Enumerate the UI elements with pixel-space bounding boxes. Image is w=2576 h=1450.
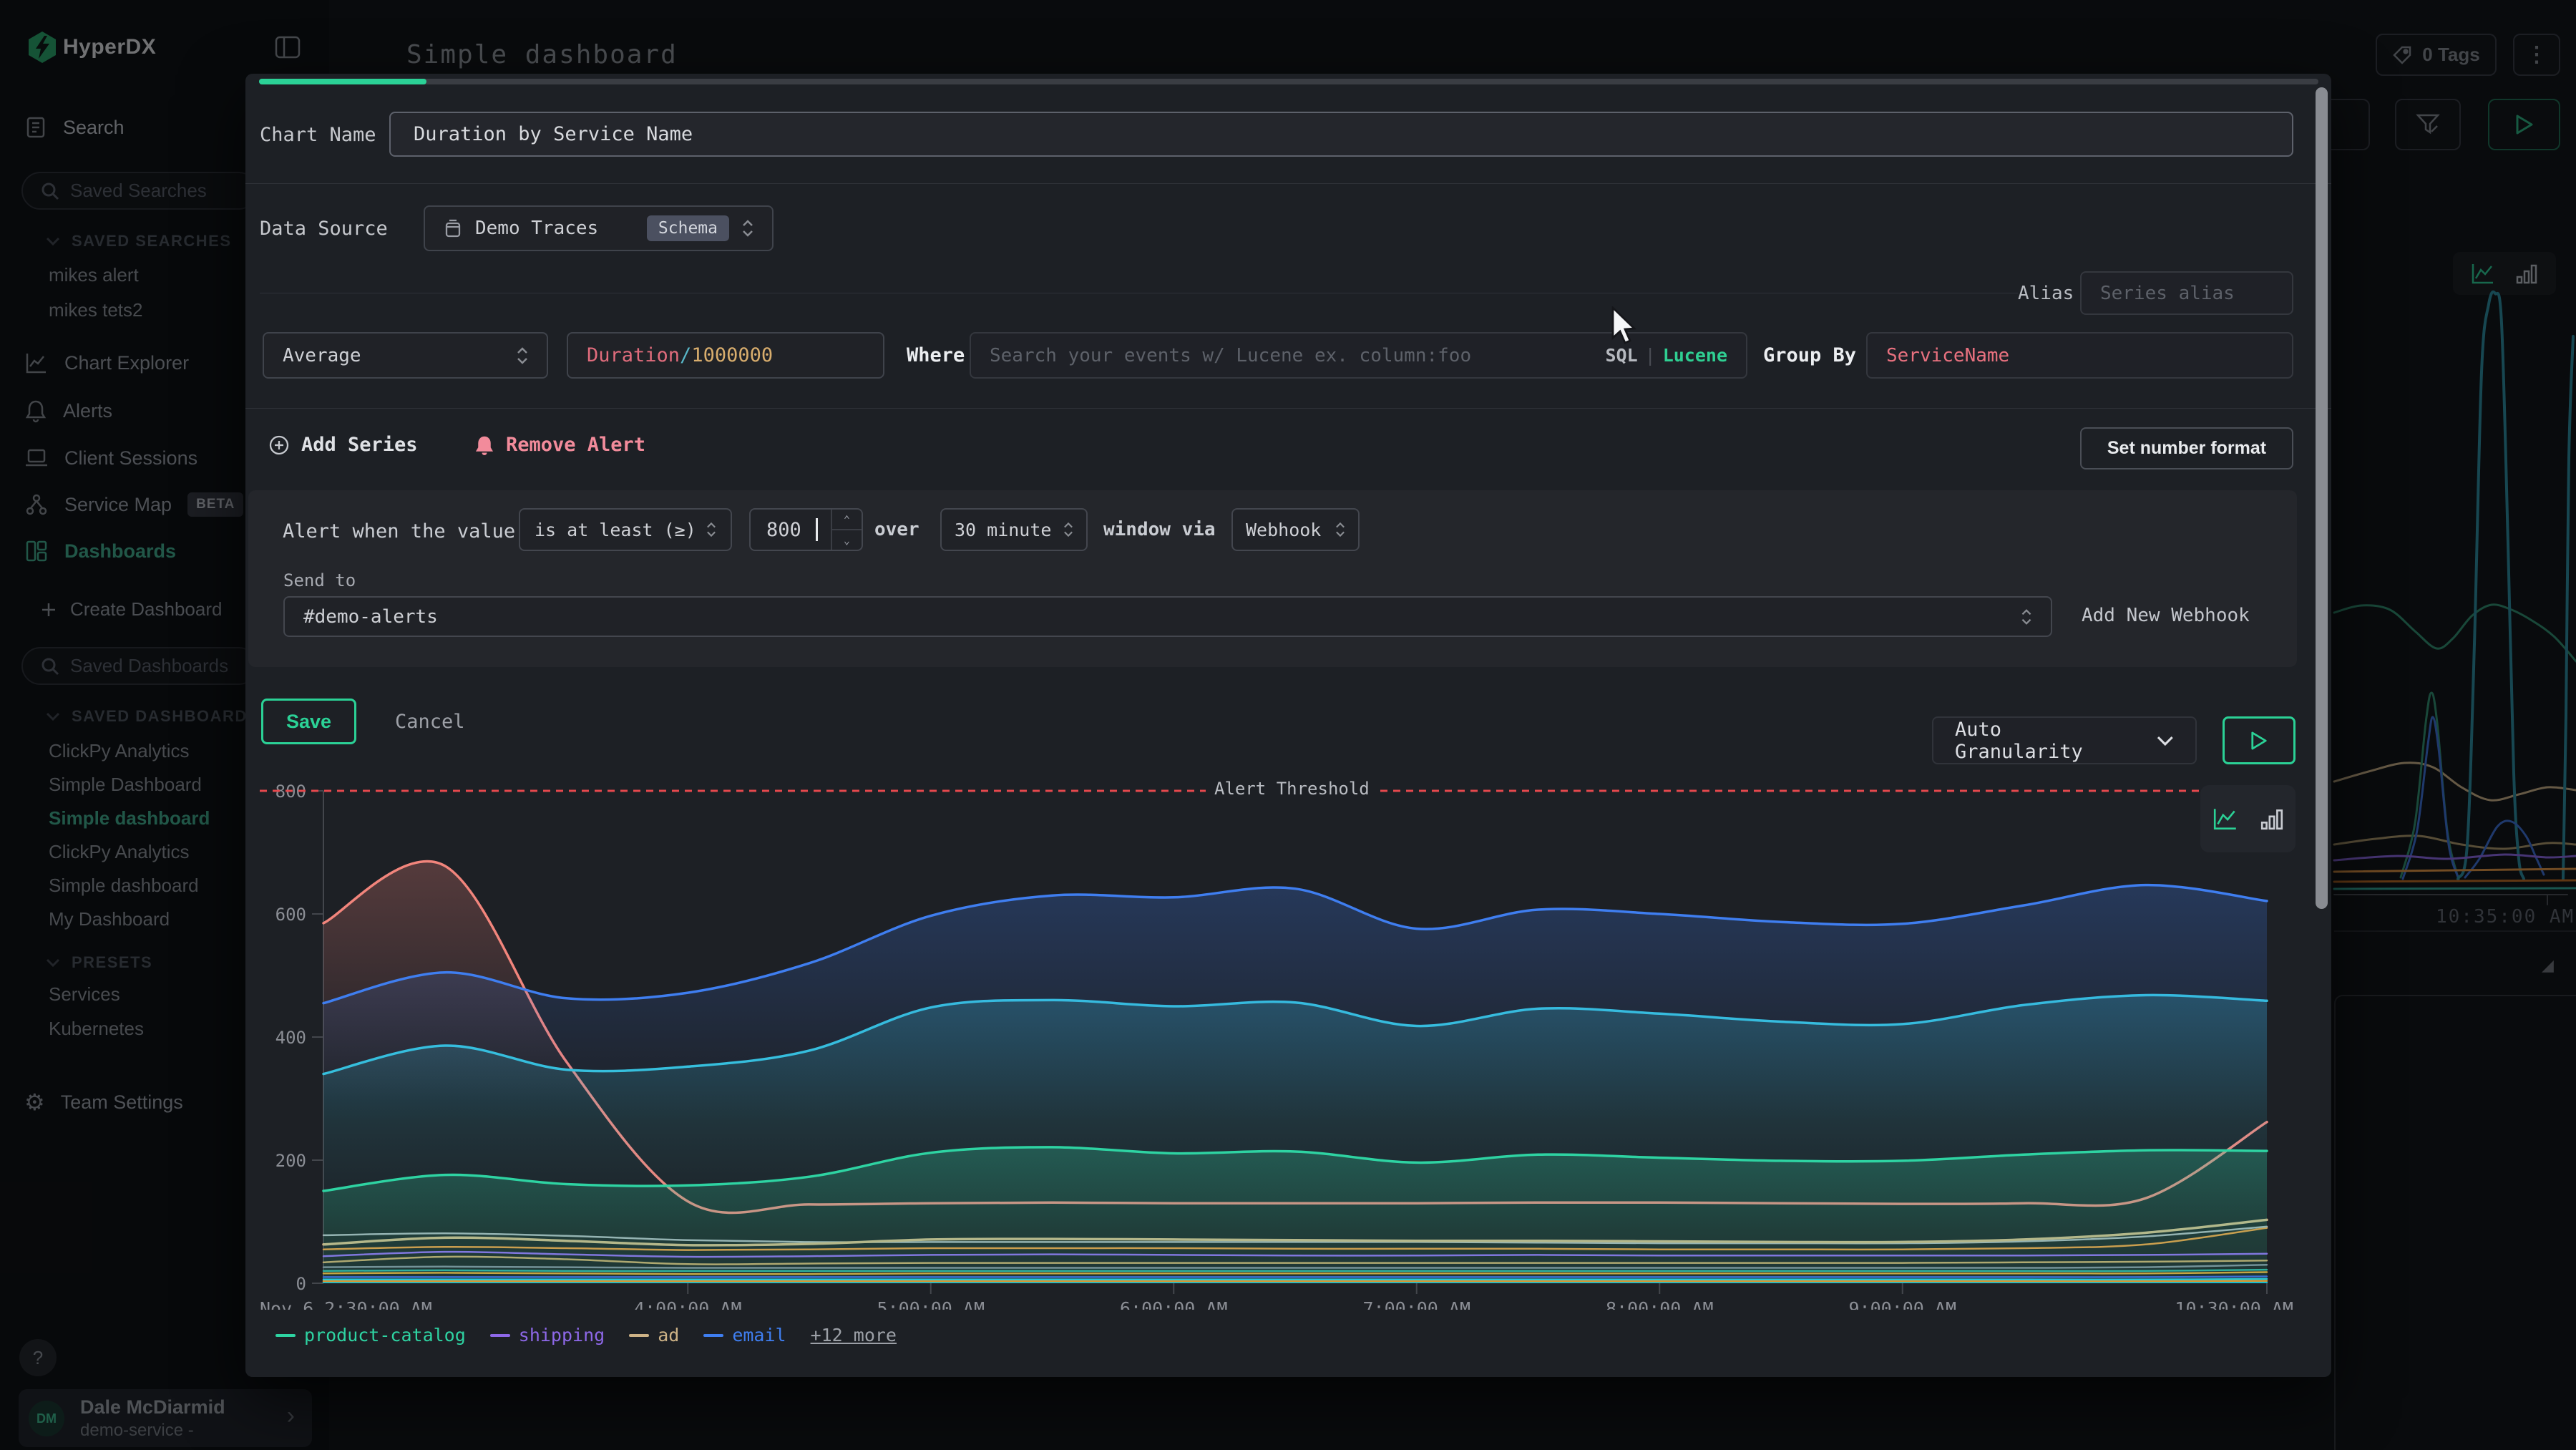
- line-chart-icon: [2212, 806, 2239, 832]
- legend-item[interactable]: shipping: [490, 1325, 605, 1346]
- add-series-button[interactable]: Add Series: [268, 434, 418, 456]
- legend-dash: [629, 1334, 649, 1337]
- svg-text:9:00:00 AM: 9:00:00 AM: [1848, 1298, 1956, 1310]
- preview-chart-svg: 8006004002000Nov 6 2:30:00 AM4:00:00 AM5…: [260, 777, 2293, 1310]
- alert-threshold-label: Alert Threshold: [1206, 779, 1378, 799]
- schema-badge: Schema: [647, 215, 729, 241]
- chart-type-toggle[interactable]: [2200, 785, 2296, 852]
- svg-text:200: 200: [275, 1151, 306, 1171]
- legend-label: shipping: [519, 1325, 605, 1346]
- alert-over-label: over: [874, 519, 919, 540]
- data-source-select[interactable]: Demo Traces Schema: [424, 205, 774, 251]
- chevron-down-icon: [2157, 736, 2174, 746]
- group-by-input[interactable]: ServiceName: [1866, 332, 2293, 379]
- alert-prefix: Alert when the value: [283, 520, 515, 542]
- data-source-label: Data Source: [260, 218, 388, 240]
- app-root: HyperDX Search Saved Searches SAVED SEAR…: [0, 0, 2576, 1450]
- select-chevrons-icon: [1335, 521, 1345, 538]
- bar-chart-icon: [2259, 806, 2285, 832]
- select-chevrons-icon: [742, 218, 753, 238]
- alert-config-panel: Alert when the value is at least (≥) 800…: [248, 490, 2297, 667]
- alert-via-label: window via: [1103, 519, 1216, 540]
- add-new-webhook-button[interactable]: Add New Webhook: [2082, 605, 2250, 626]
- select-chevrons-icon: [706, 521, 716, 538]
- group-by-label: Group By: [1763, 344, 1856, 366]
- alias-label: Alias: [2018, 283, 2074, 304]
- field-expression-input[interactable]: Duration/1000000: [567, 332, 884, 379]
- preview-chart: 8006004002000Nov 6 2:30:00 AM4:00:00 AM5…: [260, 777, 2293, 1310]
- legend-more[interactable]: +12 more: [811, 1325, 897, 1346]
- legend-label: ad: [658, 1325, 679, 1346]
- alert-bell-icon: [474, 434, 494, 456]
- svg-text:6:00:00 AM: 6:00:00 AM: [1120, 1298, 1228, 1310]
- legend-item[interactable]: ad: [629, 1325, 679, 1346]
- legend-dash: [275, 1334, 296, 1337]
- legend-label: product-catalog: [304, 1325, 466, 1346]
- where-label: Where: [907, 344, 965, 366]
- alert-window-select[interactable]: 30 minute: [940, 508, 1088, 551]
- stepper-down-icon: ⌄: [832, 530, 862, 550]
- legend-item[interactable]: email: [703, 1325, 786, 1346]
- lucene-toggle[interactable]: Lucene: [1663, 345, 1727, 366]
- svg-text:4:00:00 AM: 4:00:00 AM: [634, 1298, 742, 1310]
- set-number-format-button[interactable]: Set number format: [2080, 427, 2293, 469]
- svg-text:400: 400: [275, 1028, 306, 1048]
- send-to-label: Send to: [283, 570, 356, 590]
- send-to-select[interactable]: #demo-alerts: [283, 596, 2052, 637]
- legend-dash: [703, 1334, 723, 1337]
- mouse-cursor: [1610, 306, 1643, 346]
- alert-channel-select[interactable]: Webhook: [1231, 508, 1360, 551]
- plus-circle-icon: [268, 434, 290, 456]
- aggregation-select[interactable]: Average: [263, 332, 548, 379]
- number-stepper[interactable]: ⌃⌄: [831, 510, 862, 550]
- run-chart-button[interactable]: [2223, 716, 2296, 764]
- database-icon: [444, 218, 462, 238]
- svg-text:7:00:00 AM: 7:00:00 AM: [1362, 1298, 1470, 1310]
- save-button[interactable]: Save: [261, 699, 356, 744]
- divider: [245, 408, 2331, 409]
- chart-name-label: Chart Name: [260, 124, 376, 146]
- select-chevrons-icon: [1063, 521, 1073, 538]
- edit-chart-modal: Chart Name Duration by Service Name Data…: [245, 74, 2331, 1377]
- svg-text:600: 600: [275, 905, 306, 925]
- legend-label: email: [732, 1325, 786, 1346]
- select-chevrons-icon: [2021, 608, 2032, 626]
- divider: [245, 183, 2331, 184]
- modal-progress-fill: [259, 79, 426, 84]
- remove-alert-button[interactable]: Remove Alert: [474, 434, 645, 456]
- play-icon: [2250, 731, 2268, 751]
- svg-text:10:30:00 AM: 10:30:00 AM: [2175, 1298, 2293, 1310]
- sql-toggle[interactable]: SQL: [1605, 345, 1637, 366]
- svg-text:8:00:00 AM: 8:00:00 AM: [1606, 1298, 1714, 1310]
- cancel-button[interactable]: Cancel: [395, 711, 465, 733]
- svg-text:0: 0: [296, 1274, 306, 1294]
- granularity-select[interactable]: Auto Granularity: [1932, 716, 2197, 764]
- alert-condition-select[interactable]: is at least (≥): [519, 508, 732, 551]
- text-caret: [816, 518, 818, 541]
- svg-text:Nov 6 2:30:00 AM: Nov 6 2:30:00 AM: [260, 1298, 432, 1310]
- legend-item[interactable]: product-catalog: [275, 1325, 466, 1346]
- alert-threshold-input[interactable]: 800 ⌃⌄: [749, 508, 863, 551]
- modal-progress-track: [259, 79, 2318, 84]
- series-alias-input[interactable]: Series alias: [2080, 271, 2293, 315]
- stepper-up-icon: ⌃: [832, 510, 862, 530]
- modal-scrollbar[interactable]: [2316, 87, 2328, 909]
- select-chevrons-icon: [517, 346, 528, 366]
- chart-name-input[interactable]: Duration by Service Name: [389, 112, 2293, 157]
- chart-legend: product-catalog shipping ad email +12 more: [275, 1325, 897, 1346]
- svg-text:5:00:00 AM: 5:00:00 AM: [877, 1298, 985, 1310]
- legend-dash: [490, 1334, 510, 1337]
